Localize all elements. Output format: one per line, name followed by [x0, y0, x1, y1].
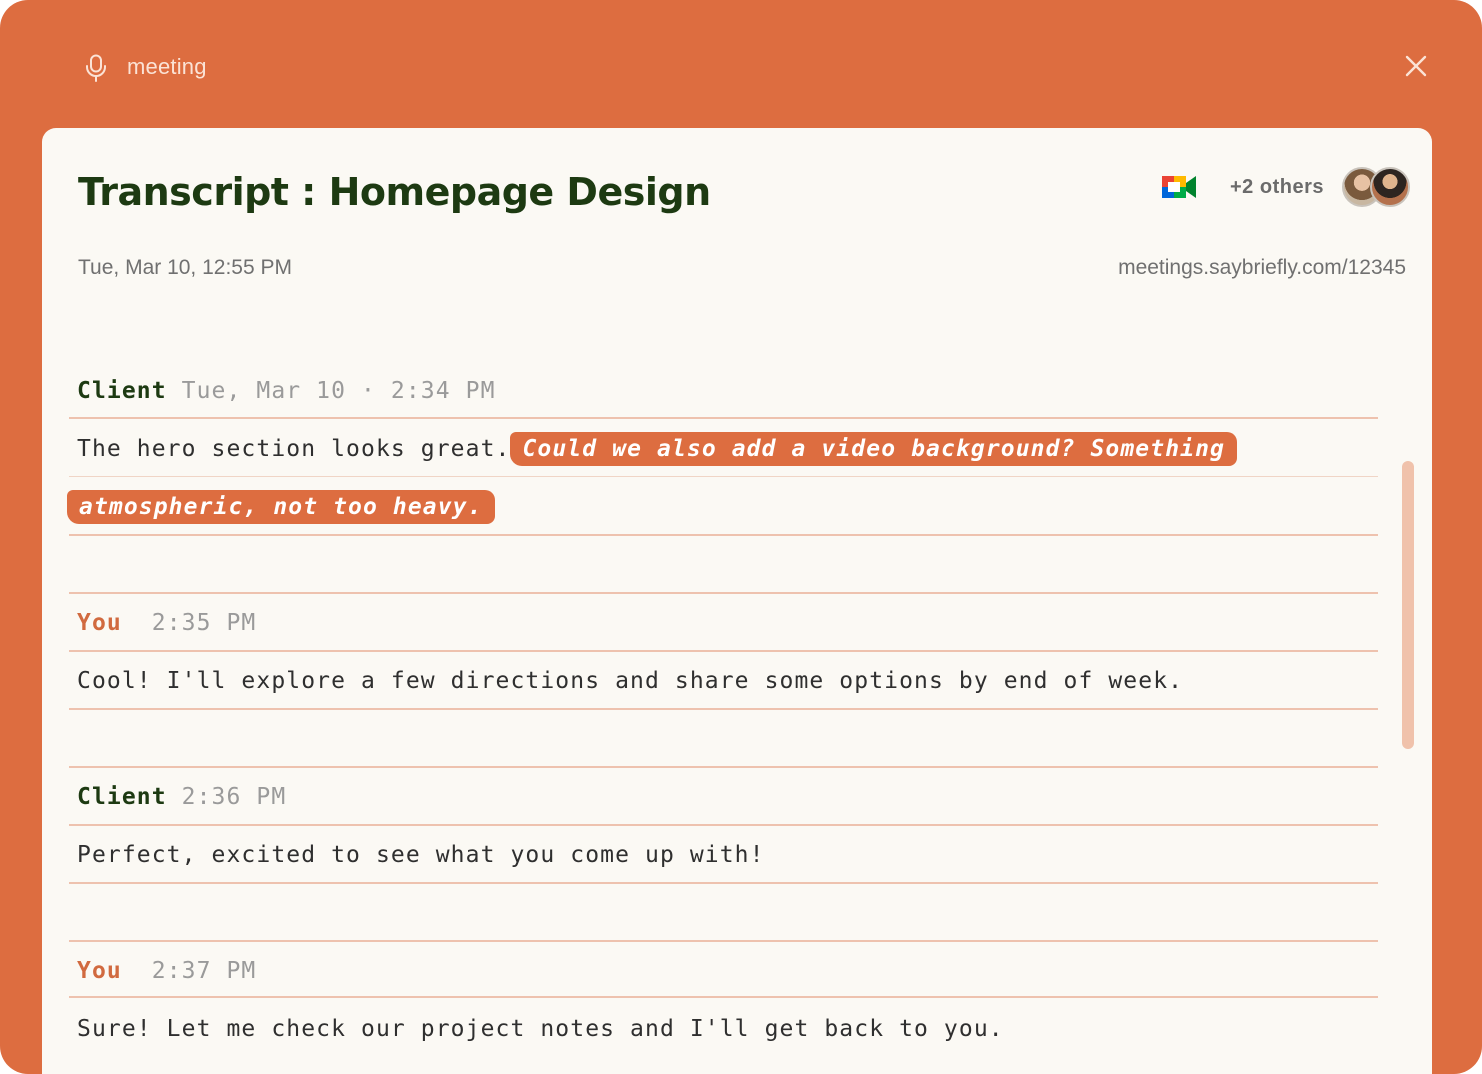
google-meet-icon — [1162, 176, 1196, 198]
scrollbar[interactable] — [1402, 461, 1414, 749]
participant-avatars[interactable] — [1342, 167, 1412, 209]
message-plain-text: The hero section looks great. — [77, 436, 511, 462]
transcript-entry-header: Client Tue, Mar 10 · 2:34 PM — [77, 378, 496, 404]
meeting-link[interactable]: meetings.saybriefly.com/12345 — [1118, 256, 1406, 280]
transcript-entry-header: Client 2:36 PM — [77, 784, 286, 810]
close-icon[interactable] — [1402, 52, 1430, 80]
message-text: Sure! Let me check our project notes and… — [77, 1016, 1004, 1042]
highlighted-text[interactable]: Could we also add a video background? So… — [510, 432, 1237, 466]
message-time: 2:35 PM — [151, 610, 257, 636]
ruled-line — [69, 476, 1378, 477]
ruled-line — [69, 708, 1378, 710]
ruled-line — [69, 766, 1378, 768]
ruled-line — [69, 592, 1378, 594]
speaker-name: You — [77, 610, 122, 636]
meeting-date: Tue, Mar 10, 12:55 PM — [78, 256, 292, 279]
ruled-line — [69, 650, 1378, 652]
ruled-line — [69, 417, 1378, 419]
page-title: Transcript : Homepage Design — [78, 170, 711, 214]
message-time: Tue, Mar 10 · 2:34 PM — [181, 378, 496, 404]
ruled-line — [69, 824, 1378, 826]
ruled-line — [69, 882, 1378, 884]
message-text: Perfect, excited to see what you come up… — [77, 842, 765, 868]
message-time: 2:36 PM — [181, 784, 287, 810]
speaker-name: You — [77, 958, 122, 984]
transcript-entry-header: You 2:35 PM — [77, 610, 256, 636]
microphone-icon — [86, 54, 106, 82]
message-time: 2:37 PM — [151, 958, 257, 984]
message-text: Cool! I'll explore a few directions and … — [77, 668, 1184, 694]
app-window: meeting Transcript : Homepage Design +2 … — [0, 0, 1482, 1074]
transcript-entry-header: You 2:37 PM — [77, 958, 256, 984]
transcript-panel: Transcript : Homepage Design +2 others T… — [42, 128, 1432, 1074]
message-text-continued: atmospheric, not too heavy. — [67, 490, 495, 524]
highlighted-text[interactable]: atmospheric, not too heavy. — [67, 490, 495, 524]
topbar: meeting — [0, 0, 1482, 128]
ruled-line — [69, 940, 1378, 942]
avatar — [1370, 167, 1410, 207]
participants-count[interactable]: +2 others — [1230, 176, 1324, 199]
ruled-line — [69, 534, 1378, 536]
speaker-name: Client — [77, 784, 167, 810]
speaker-name: Client — [77, 378, 167, 404]
message-text: The hero section looks great. Could we al… — [77, 432, 1237, 466]
topbar-title: meeting — [127, 54, 207, 79]
ruled-line — [69, 996, 1378, 998]
